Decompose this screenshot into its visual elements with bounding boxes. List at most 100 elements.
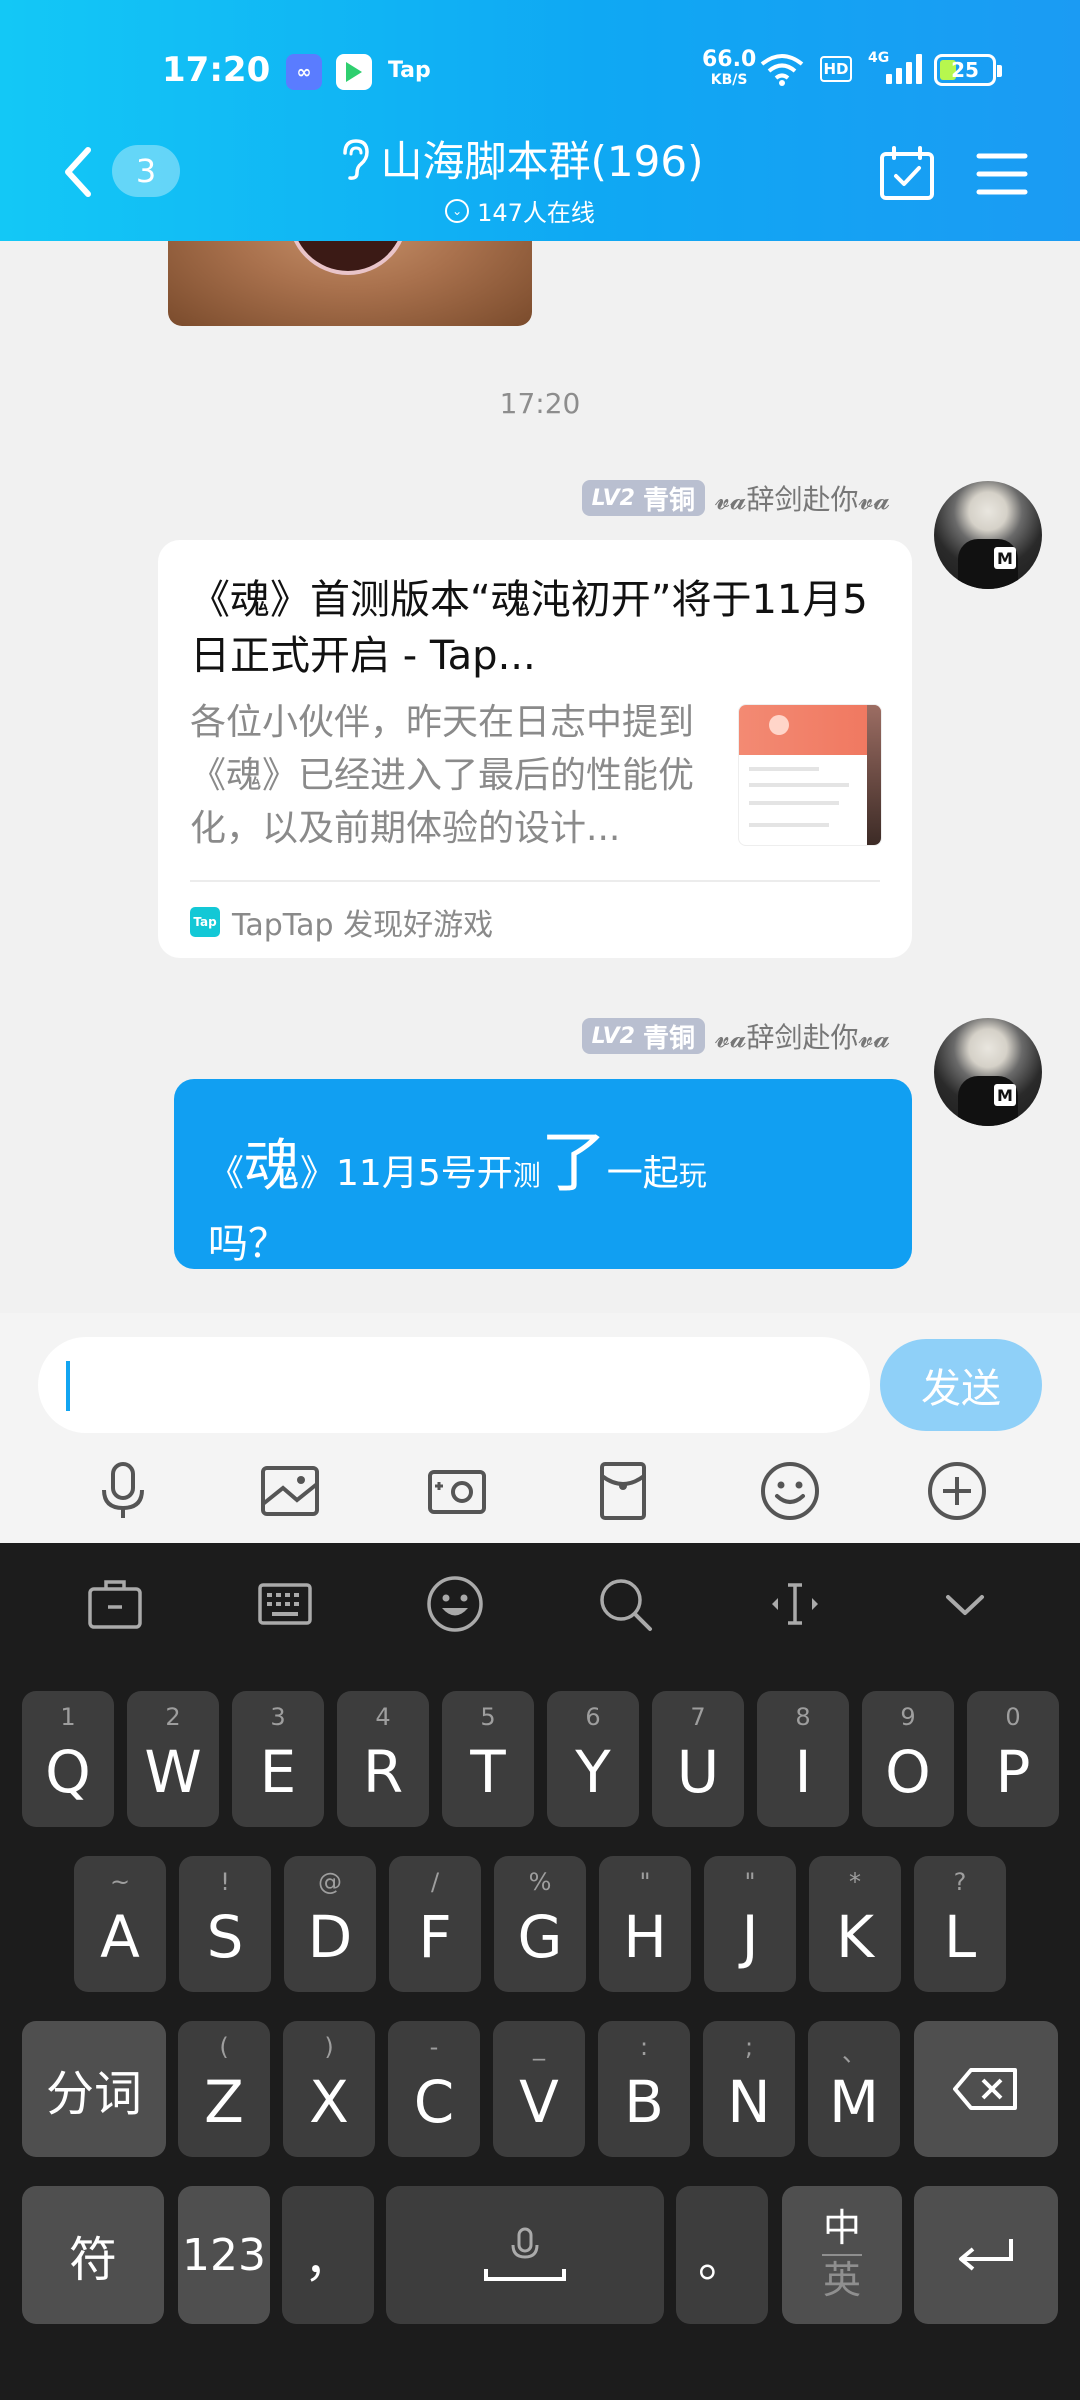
key-secondary-label: @ [318,1868,342,1896]
key-e[interactable]: 3E [232,1691,324,1827]
chevron-down-icon: ⌄ [445,198,470,223]
key-secondary-label: 0 [1005,1703,1021,1731]
message-text: 玩 [678,1159,707,1192]
key-label: C [413,2068,455,2136]
key-secondary-label: 9 [900,1703,916,1731]
key-label: P [995,1738,1031,1806]
message-text: 测 [512,1159,541,1192]
key-f[interactable]: / F [389,1856,481,1992]
avatar[interactable]: M [934,1018,1042,1126]
menu-icon[interactable] [975,150,1029,198]
key-b[interactable]: :B [598,2021,690,2157]
numeric-key[interactable]: 123 [178,2186,270,2324]
avatar[interactable]: M [934,481,1042,589]
key-z[interactable]: (Z [178,2021,270,2157]
sender-name[interactable]: 𝓿𝓪辞剑赴你𝓿𝓪 [715,1016,890,1056]
key-label: A [100,1903,140,1971]
key-secondary-label: 8 [795,1703,811,1731]
key-w[interactable]: 2W [127,1691,219,1827]
key-r[interactable]: 4R [337,1691,429,1827]
key-label: W [144,1738,202,1806]
message-timestamp: 17:20 [499,387,581,420]
unread-count-badge[interactable]: 3 [112,145,180,197]
key-h[interactable]: " H [599,1856,691,1992]
key-m[interactable]: 、 M [808,2021,900,2157]
plus-icon[interactable] [924,1458,990,1524]
sender-name[interactable]: 𝓿𝓪辞剑赴你𝓿𝓪 [715,478,890,518]
key-j[interactable]: " J [704,1856,796,1992]
microphone-icon[interactable] [90,1458,156,1524]
message-list[interactable]: 17:20 LV2 青铜 𝓿𝓪辞剑赴你𝓿𝓪 M 《魂》首测版本“魂沌初开”将于11… [0,241,1080,1313]
key-v[interactable]: _ V [493,2021,585,2157]
key-secondary-label: - [429,2033,439,2061]
image-icon[interactable] [257,1458,323,1524]
divider [190,880,880,882]
key-q[interactable]: 1Q [22,1691,114,1827]
image-message-thumbnail[interactable] [168,241,532,326]
period-key[interactable]: 。 [676,2186,768,2324]
nav-bar: 3 山海脚本群(196) ⌄ 147人在线 [0,120,1080,230]
clipboard-icon[interactable] [84,1573,146,1635]
key-p[interactable]: 0P [967,1691,1059,1827]
sender-row: LV2 青铜 𝓿𝓪辞剑赴你𝓿𝓪 [581,1016,890,1056]
send-button[interactable]: 发送 [880,1339,1042,1431]
backspace-key[interactable] [914,2021,1058,2157]
wifi-icon [760,54,804,86]
online-count: ⌄ 147人在线 [320,193,720,228]
space-key[interactable] [386,2186,664,2324]
symbol-key[interactable]: 符 [22,2186,164,2324]
emoji-icon[interactable] [757,1458,823,1524]
search-icon[interactable] [594,1573,656,1635]
key-k[interactable]: * K [809,1856,901,1992]
keyboard-icon[interactable] [254,1573,316,1635]
chat-title-block[interactable]: 山海脚本群(196) ⌄ 147人在线 [320,128,720,228]
enter-key[interactable] [914,2186,1058,2324]
infinity-app-icon: ∞ [286,54,322,90]
back-arrow-icon[interactable] [58,142,98,202]
key-g[interactable]: % G [494,1856,586,1992]
composer-toolbar [0,1449,1080,1533]
message-bubble[interactable]: 《 魂 》11月5号开 测 了 一起 玩 吗？ [174,1079,912,1269]
key-o[interactable]: 9O [862,1691,954,1827]
calendar-check-icon[interactable] [878,144,936,202]
key-label: X [309,2068,349,2136]
emoji-icon[interactable] [424,1573,486,1635]
message-text: 了 [540,1124,607,1201]
key-d[interactable]: @ D [284,1856,376,1992]
key-l[interactable]: ? L [914,1856,1006,1992]
key-y[interactable]: 6Y [547,1691,639,1827]
language-switch-key[interactable]: 中英 [782,2186,902,2324]
key-i[interactable]: 8I [757,1691,849,1827]
card-description: 各位小伙伴，昨天在日志中提到《魂》已经进入了最后的性能优化，以及前期体验的设计.… [190,702,695,849]
key-secondary-label: ? [953,1868,967,1896]
key-t[interactable]: 5T [442,1691,534,1827]
text-cursor-icon[interactable] [764,1573,826,1635]
link-card[interactable]: 《魂》首测版本“魂沌初开”将于11月5日正式开启 - Tap... 各位小伙伴，… [158,540,912,958]
level-badge: LV2 青铜 [581,480,705,516]
page-title: 山海脚本群(196) [380,137,704,186]
message-input[interactable] [38,1337,870,1433]
card-thumbnail [738,704,882,846]
key-x[interactable]: ) X [283,2021,375,2157]
segment-key[interactable]: 分词 [22,2021,166,2157]
key-label: Q [45,1738,91,1806]
ear-icon [342,138,369,180]
key-secondary-label: " [639,1868,651,1896]
key-u[interactable]: 7U [652,1691,744,1827]
message-text: 《 [208,1153,245,1194]
key-a[interactable]: ~ A [74,1856,166,1992]
collapse-icon[interactable] [934,1573,996,1635]
microphone-icon [484,2227,566,2281]
key-s[interactable]: ! S [179,1856,271,1992]
key-n[interactable]: ; N [703,2021,795,2157]
key-c[interactable]: -C [388,2021,480,2157]
battery-icon: 25 [934,54,1002,86]
camera-icon[interactable] [424,1458,490,1524]
message-text: 》11月5号开 [300,1153,513,1194]
backspace-icon [953,2068,1017,2110]
red-packet-icon[interactable] [590,1458,656,1524]
comma-key[interactable]: ， [282,2186,374,2324]
key-secondary-label: : [639,2033,649,2061]
keyboard: 1 Q 2 W 3 E 4 R 5 T 6 Y 7 U 8 I 9 O 0 P ~ A! S @ D / F% G " H " J * K? L(Z… [0,1543,1080,2400]
card-source: Tap TapTap 发现好游戏 [190,900,493,944]
